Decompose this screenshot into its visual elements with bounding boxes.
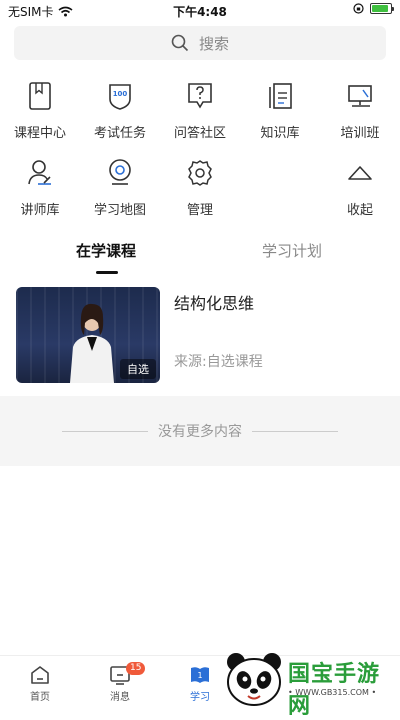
map-pin-icon [104,157,136,189]
grid-item-label: 知识库 [260,126,300,141]
course-source: 来源:自选课程 [174,354,263,370]
lecturer-icon [24,157,56,189]
exam-shield-icon: 100 [104,80,136,112]
grid-item-management[interactable]: 管理 [160,157,240,218]
grid-item-knowledge-base[interactable]: 知识库 [240,80,320,141]
knowledge-book-icon [264,80,296,112]
grid-item-label: 课程中心 [13,126,66,141]
collapse-up-icon [344,157,376,189]
lecturer-photo [70,303,114,383]
grid-item-label: 问答社区 [173,126,226,141]
no-more-content: 没有更多内容 [0,396,400,466]
grid-item-learning-map[interactable]: 学习地图 [80,157,160,218]
grid-item-course-center[interactable]: 课程中心 [0,80,80,141]
nav-learn-label: 学习 [190,692,210,703]
grid-item-placeholder [240,157,320,218]
status-right [353,3,394,14]
nav-messages-label: 消息 [110,692,130,703]
battery-icon [370,3,394,14]
orientation-lock-icon [353,3,364,14]
messages-badge: 15 [126,662,146,675]
no-more-text: 没有更多内容 [158,424,242,440]
learn-icon-text: 1 [197,671,202,680]
question-bubble-icon [184,80,216,112]
grid-item-qa-community[interactable]: 问答社区 [160,80,240,141]
svg-text:100: 100 [113,90,128,98]
watermark: 国宝手游网 • WWW.GB315.COM • [222,648,400,719]
grid-item-lecturer-base[interactable]: 讲师库 [0,157,80,218]
panda-logo-icon [227,653,281,706]
status-time: 下午4:48 [173,5,227,19]
nav-messages[interactable]: 15 消息 [80,662,160,703]
status-bar: 无SIM卡 下午4:48 [0,0,400,22]
nav-home[interactable]: 首页 [0,664,80,703]
tab-studying-courses[interactable]: 在学课程 [26,240,186,261]
bookmark-book-icon [24,80,56,112]
tab-active-indicator [96,271,118,274]
course-card[interactable]: 自选 结构化思维 来源:自选课程 [16,287,386,383]
gear-icon [184,157,216,189]
course-title: 结构化思维 [174,294,255,313]
function-grid-row-2: 讲师库 学习地图 管理 收起 [0,157,400,218]
watermark-url: • WWW.GB315.COM • [288,688,377,697]
search-bar[interactable]: 搜索 [14,26,386,60]
training-screen-icon [344,80,376,112]
course-thumbnail: 自选 [16,287,160,383]
grid-item-collapse[interactable]: 收起 [320,157,400,218]
grid-item-label: 培训班 [340,126,380,141]
grid-item-training-class[interactable]: 培训班 [320,80,400,141]
home-icon [31,666,49,684]
tab-learning-plan[interactable]: 学习计划 [212,240,372,261]
grid-item-label: 考试任务 [93,126,146,141]
grid-item-label: 收起 [346,203,373,218]
grid-item-label: 讲师库 [20,203,60,218]
divider-left [62,430,148,432]
course-tag: 自选 [120,359,156,379]
search-placeholder: 搜索 [198,34,229,53]
search-icon [171,34,189,52]
grid-item-exam-task[interactable]: 100 考试任务 [80,80,160,141]
function-grid-row-1: 课程中心 100 考试任务 问答社区 知识库 培训班 [0,80,400,141]
nav-home-label: 首页 [30,692,50,703]
learn-book-icon: 1 [191,667,209,683]
grid-item-label: 管理 [186,203,213,218]
divider-right [252,430,338,432]
course-tabs: 在学课程 学习计划 [0,240,400,280]
grid-item-label: 学习地图 [93,203,146,218]
